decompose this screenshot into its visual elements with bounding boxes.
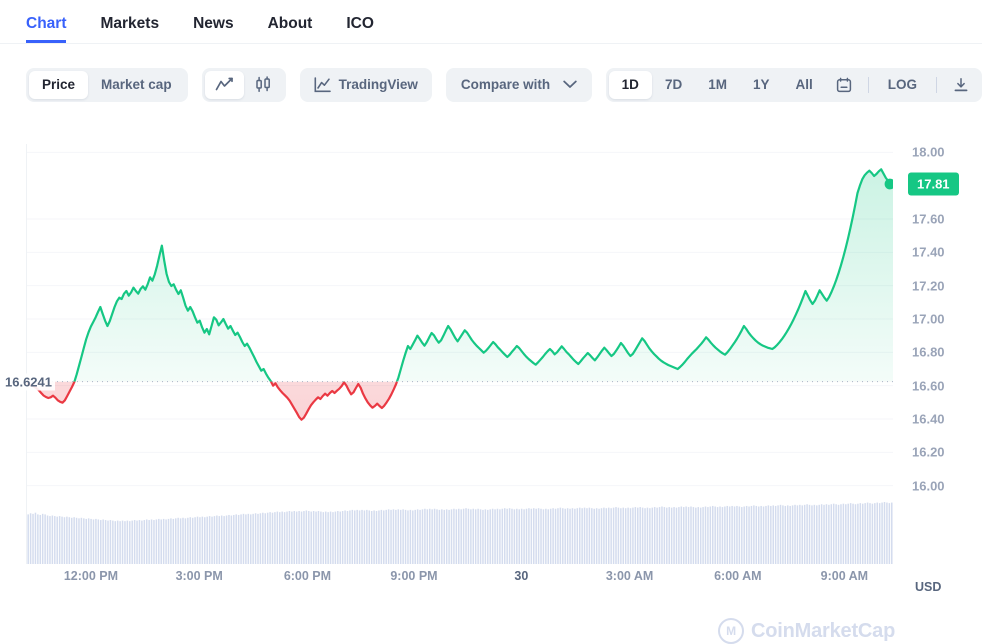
y-axis-tick: 16.20 [912, 444, 945, 460]
y-axis-tick: 16.40 [912, 411, 945, 427]
tab-chart[interactable]: Chart [26, 15, 67, 43]
toolbar-divider-1 [867, 76, 869, 93]
calendar-button[interactable] [826, 71, 862, 99]
y-axis-tick: 17.40 [912, 244, 945, 260]
open-price-label: 16.6241 [2, 373, 55, 391]
range-7d-button[interactable]: 7D [652, 71, 695, 99]
coinmarketcap-watermark: M CoinMarketCap [718, 618, 895, 644]
tab-markets[interactable]: Markets [100, 15, 159, 44]
x-axis-tick: 3:00 PM [175, 569, 223, 583]
x-axis-tick: 12:00 PM [63, 569, 119, 583]
candlestick-chart-button[interactable] [244, 71, 283, 99]
chart-svg [27, 151, 893, 564]
tab-news[interactable]: News [193, 15, 234, 44]
range-all-button[interactable]: All [782, 71, 825, 99]
metric-marketcap-button[interactable]: Market cap [88, 71, 185, 99]
x-axis-tick: 6:00 PM [283, 569, 332, 583]
tab-about[interactable]: About [268, 15, 313, 44]
range-1y-button[interactable]: 1Y [740, 71, 783, 99]
chart-type-toggle-group [201, 67, 286, 102]
x-axis-tick: 9:00 PM [390, 569, 438, 583]
y-axis-labels: 18.00 17.60 17.40 17.20 17.00 16.80 16.60 16.40… [900, 144, 982, 564]
currency-unit-label: USD [915, 580, 942, 594]
range-1m-button[interactable]: 1M [695, 71, 740, 99]
price-chart[interactable]: 18.00 17.60 17.40 17.20 17.00 16.80 16.60 16.40… [0, 132, 982, 644]
log-scale-button[interactable]: LOG [875, 71, 930, 99]
time-range-group: 1D 7D 1M 1Y All LOG [605, 67, 982, 102]
toolbar-divider-2 [936, 76, 937, 93]
current-price-badge: 17.81 [908, 172, 959, 196]
y-axis-tick: 16.80 [912, 344, 945, 360]
download-button[interactable] [943, 71, 979, 99]
tab-ico[interactable]: ICO [346, 15, 374, 44]
tradingview-label: TradingView [338, 77, 418, 92]
y-axis-tick: 16.60 [912, 378, 945, 394]
download-icon [953, 77, 969, 93]
x-axis-labels: 12:00 PM 3:00 PM 6:00 PM 9:00 PM 30 3:00 AM 6:… [26, 569, 892, 589]
y-axis-tick: 18.00 [912, 144, 945, 160]
calendar-icon [836, 77, 852, 93]
watermark-text: CoinMarketCap [751, 619, 896, 642]
range-1d-button[interactable]: 1D [608, 70, 652, 99]
y-axis-tick: 17.20 [912, 278, 945, 294]
x-axis-tick: 3:00 AM [605, 569, 654, 583]
compare-with-label: Compare with [460, 77, 551, 92]
tradingview-chart-icon [314, 76, 331, 93]
section-tabs: Chart Markets News About ICO [0, 0, 982, 44]
y-axis-tick: 17.60 [912, 211, 945, 227]
metric-toggle-group: Price Market cap [26, 67, 188, 102]
y-axis-tick: 17.00 [912, 311, 945, 327]
chart-toolbar: Price Market cap TradingView Compare wit… [0, 44, 982, 106]
coinmarketcap-logo-icon: M [718, 618, 744, 644]
x-axis-tick: 9:00 AM [820, 569, 869, 583]
metric-price-button[interactable]: Price [29, 70, 89, 99]
x-axis-tick: 6:00 AM [714, 569, 762, 583]
line-chart-button[interactable] [204, 70, 244, 99]
y-axis-tick: 16.00 [912, 478, 945, 494]
chart-plot-area[interactable] [26, 144, 893, 564]
chevron-down-icon [562, 80, 577, 89]
tradingview-button[interactable]: TradingView [299, 67, 432, 102]
x-axis-tick: 30 [514, 569, 529, 583]
compare-with-dropdown[interactable]: Compare with [445, 67, 592, 102]
line-chart-icon [215, 77, 234, 92]
candlestick-icon [254, 76, 273, 93]
